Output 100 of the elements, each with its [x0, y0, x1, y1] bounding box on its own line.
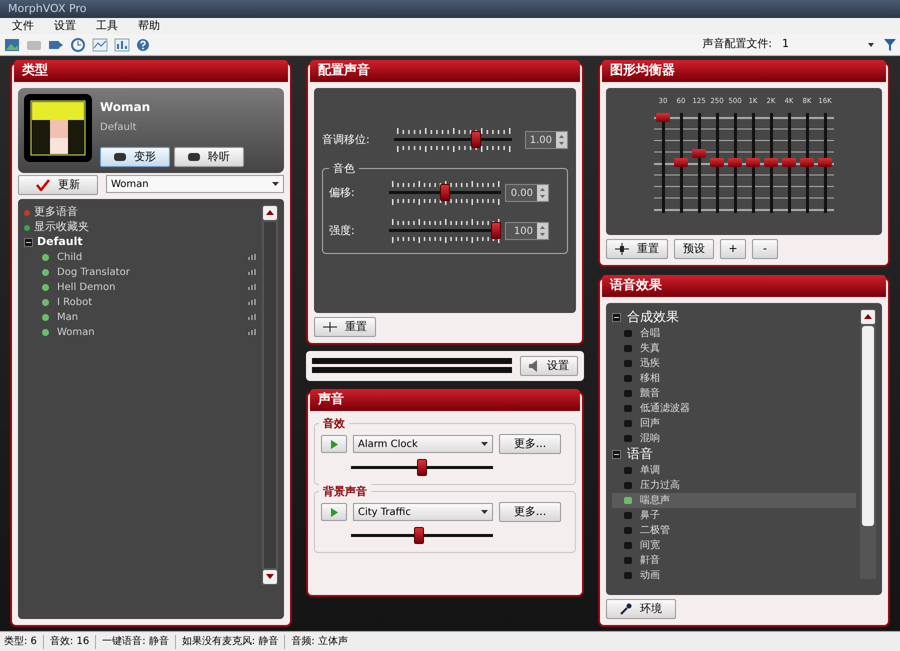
signal-icon — [248, 269, 256, 276]
button[interactable]: 更多... — [499, 434, 561, 454]
effect-item[interactable]: 压力过高 — [612, 478, 856, 493]
play-button[interactable] — [321, 503, 347, 521]
button[interactable]: 更多... — [499, 502, 561, 522]
button[interactable]: 聆听 — [174, 147, 244, 167]
slider-thumb[interactable] — [800, 158, 814, 167]
voice-item[interactable]: Man — [57, 310, 240, 325]
status-text: 如果没有麦克风: 静音 — [182, 634, 278, 649]
dot-icon — [42, 314, 49, 321]
effect-item[interactable]: 移相 — [612, 371, 856, 386]
effect-item[interactable]: 颤音 — [612, 386, 856, 401]
effect-item[interactable]: 单调 — [612, 463, 856, 478]
button[interactable]: 设置 — [520, 356, 578, 376]
sound-dropdown[interactable]: Alarm Clock — [353, 435, 493, 453]
reset-icon — [615, 243, 629, 255]
collapse-icon[interactable] — [612, 313, 621, 322]
number-field[interactable]: 0.00 — [505, 184, 549, 202]
group-label[interactable]: Default — [37, 234, 83, 251]
signal-icon — [248, 299, 256, 306]
effect-item[interactable]: 混响 — [612, 431, 856, 446]
window-title: MorphVOX Pro — [8, 0, 86, 17]
effect-item[interactable]: 动画 — [612, 568, 856, 583]
slider-thumb[interactable] — [656, 112, 670, 122]
slider-thumb[interactable] — [728, 158, 742, 167]
voice-dropdown[interactable]: Woman — [106, 175, 284, 193]
button[interactable]: 重置 — [314, 317, 376, 337]
spinner-icon — [556, 132, 567, 148]
caret-icon — [481, 442, 488, 446]
slider-thumb[interactable] — [710, 158, 724, 167]
effect-item[interactable]: 二极管 — [612, 523, 856, 538]
slider-thumb[interactable] — [674, 158, 688, 167]
slider-thumb[interactable] — [440, 184, 450, 201]
button[interactable]: 变形 — [100, 147, 170, 167]
effect-item[interactable]: 合唱 — [612, 326, 856, 341]
slider-thumb[interactable] — [818, 158, 832, 167]
status-text: 音频: 立体声 — [291, 634, 348, 649]
slider-thumb[interactable] — [692, 148, 706, 158]
voice-item[interactable]: Child — [57, 250, 240, 265]
button[interactable]: 重置 — [606, 239, 668, 259]
button[interactable]: 预设 — [674, 239, 714, 259]
chart-icon[interactable] — [92, 38, 108, 52]
play-icon — [330, 508, 338, 516]
button[interactable]: 环境 — [606, 599, 676, 619]
group-label[interactable]: 语音 — [627, 444, 653, 464]
slider-thumb[interactable] — [491, 222, 501, 239]
voice-pack: Default — [100, 121, 138, 135]
play-button[interactable] — [321, 435, 347, 453]
reset-icon — [323, 322, 337, 332]
voice-item[interactable]: Woman — [57, 325, 240, 340]
effect-item[interactable]: 鼾音 — [612, 553, 856, 568]
slider-thumb[interactable] — [782, 158, 796, 167]
menu-item[interactable]: 设置 — [46, 18, 84, 34]
dot-icon — [42, 254, 49, 261]
panel-title: 图形均衡器 — [602, 60, 886, 82]
dot-icon — [42, 269, 49, 276]
slider-thumb[interactable] — [746, 158, 760, 167]
slider[interactable] — [394, 126, 512, 154]
group-label[interactable]: 合成效果 — [627, 308, 679, 328]
panel-title: 配置声音 — [310, 60, 580, 82]
effect-item[interactable]: 间宽 — [612, 538, 856, 553]
voice-item[interactable]: I Robot — [57, 295, 240, 310]
picture-icon[interactable] — [4, 38, 20, 52]
button[interactable]: + — [720, 239, 746, 259]
voice-item[interactable]: Hell Demon — [57, 280, 240, 295]
slider-thumb[interactable] — [417, 459, 427, 476]
profile-dropdown[interactable]: 1 — [778, 36, 878, 53]
collapse-icon[interactable] — [612, 450, 621, 459]
status-text: 音效: 16 — [50, 634, 90, 649]
slider-label: 强度: — [329, 222, 356, 239]
signal-icon — [248, 254, 256, 261]
help-icon[interactable] — [136, 38, 150, 52]
menu-item[interactable]: 工具 — [88, 18, 126, 34]
bars-icon[interactable] — [114, 38, 130, 52]
slider[interactable] — [389, 217, 501, 245]
spinner-icon — [537, 223, 548, 239]
slider-thumb[interactable] — [414, 527, 424, 544]
effect-item[interactable]: 失真 — [612, 341, 856, 356]
slider[interactable] — [389, 179, 501, 207]
sound-dropdown[interactable]: City Traffic — [353, 503, 493, 521]
effect-item[interactable]: 鼻子 — [612, 508, 856, 523]
panel-title: 语音效果 — [602, 275, 886, 297]
number-field[interactable]: 100 — [505, 222, 549, 240]
menu-item[interactable]: 文件 — [4, 18, 42, 34]
collapse-icon[interactable] — [24, 238, 33, 247]
list-link[interactable]: 显示收藏夹 — [34, 219, 89, 236]
slider-thumb[interactable] — [764, 158, 778, 167]
button[interactable]: - — [752, 239, 778, 259]
button[interactable]: 更新 — [18, 175, 98, 195]
list-link[interactable]: 更多语音 — [34, 204, 78, 221]
effect-item[interactable]: 回声 — [612, 416, 856, 431]
effect-item[interactable]: 迅疾 — [612, 356, 856, 371]
menu-item[interactable]: 帮助 — [130, 18, 168, 34]
effect-item[interactable]: 喘息声 — [612, 493, 856, 508]
voice-item[interactable]: Dog Translator — [57, 265, 240, 280]
clock-icon[interactable] — [70, 38, 86, 52]
effect-item[interactable]: 低通滤波器 — [612, 401, 856, 416]
caret-icon — [481, 510, 488, 514]
number-field[interactable]: 1.00 — [525, 131, 568, 149]
slider-thumb[interactable] — [471, 131, 482, 148]
